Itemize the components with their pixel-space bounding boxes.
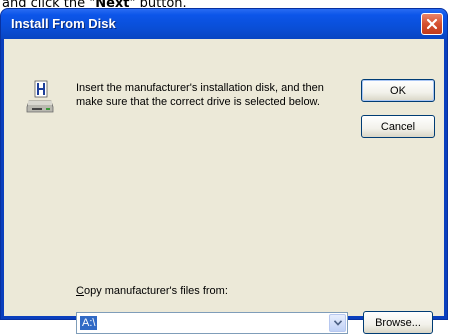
cancel-button[interactable]: Cancel — [361, 115, 435, 138]
copy-from-label-mnemonic: C — [76, 285, 84, 297]
dropdown-button[interactable] — [329, 314, 346, 332]
copy-from-value[interactable]: A:\ — [80, 316, 98, 330]
instruction-message: Insert the manufacturer's installation d… — [76, 82, 324, 108]
title-bar[interactable]: Install From Disk — [1, 9, 447, 39]
copy-from-label-text: opy manufacturer's files from: — [83, 285, 228, 297]
copy-from-combobox[interactable]: A:\ — [76, 312, 348, 334]
install-from-disk-dialog: Install From Disk Insert the manufacture… — [0, 8, 448, 334]
close-icon — [426, 18, 438, 30]
window-title: Install From Disk — [11, 16, 116, 31]
copy-from-label: Copy manufacturer's files from: — [76, 285, 228, 297]
close-button[interactable] — [421, 13, 443, 35]
ok-button[interactable]: OK — [361, 79, 435, 102]
dialog-client-area: Insert the manufacturer's installation d… — [4, 39, 444, 334]
chevron-down-icon — [334, 320, 342, 326]
browse-button[interactable]: Browse... — [363, 311, 433, 334]
floppy-disk-drive-icon — [26, 80, 54, 113]
